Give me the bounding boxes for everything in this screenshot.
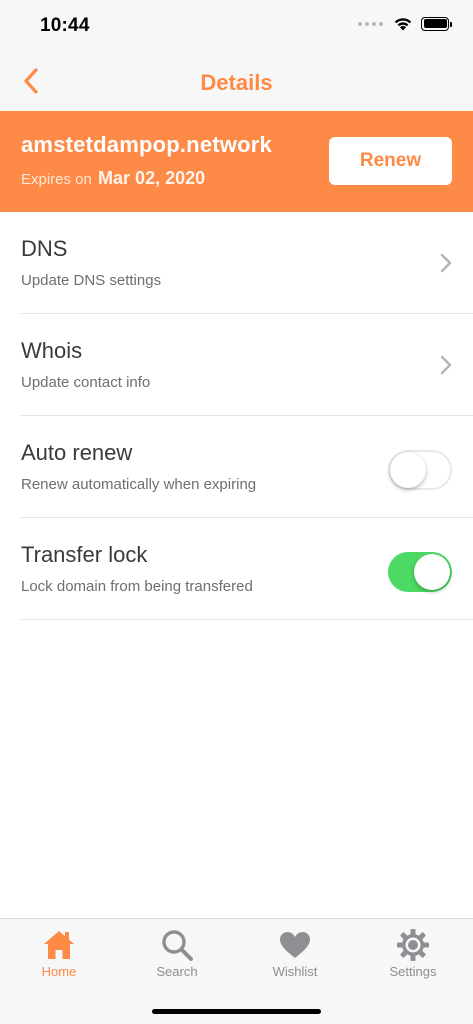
tab-bar: Home Search Wishlist Settings: [0, 918, 473, 1024]
status-bar: 10:44: [0, 0, 473, 50]
auto-renew-toggle[interactable]: [388, 450, 452, 490]
tab-label: Settings: [389, 964, 437, 979]
navigation-bar: Details: [0, 50, 473, 111]
row-title: DNS: [21, 236, 68, 261]
battery-icon: [421, 16, 452, 31]
status-icons: [358, 16, 452, 31]
toggle-knob: [390, 452, 426, 488]
transfer-lock-toggle[interactable]: [388, 552, 452, 592]
tab-home[interactable]: Home: [0, 919, 118, 989]
settings-row-dns[interactable]: DNS Update DNS settings: [21, 212, 473, 314]
row-subtitle: Update contact info: [21, 374, 151, 391]
tab-wishlist[interactable]: Wishlist: [236, 919, 354, 989]
settings-row-transfer-lock: Transfer lock Lock domain from being tra…: [21, 518, 473, 620]
tab-settings[interactable]: Settings: [354, 919, 472, 989]
chevron-right-icon: [440, 253, 452, 273]
page-title: Details: [200, 70, 273, 95]
tab-search[interactable]: Search: [118, 919, 236, 989]
row-subtitle: Update DNS settings: [21, 272, 162, 289]
domain-name: amstetdampop.network: [21, 132, 272, 157]
settings-row-whois[interactable]: Whois Update contact info: [21, 314, 473, 416]
renew-button[interactable]: Renew: [329, 137, 452, 185]
tab-label: Home: [41, 964, 77, 979]
row-subtitle: Renew automatically when expiring: [21, 476, 257, 493]
row-title: Whois: [21, 338, 83, 363]
domain-header-banner: amstetdampop.network Expires on Mar 02, …: [0, 111, 473, 212]
row-title: Transfer lock: [21, 542, 148, 567]
chevron-right-icon: [440, 355, 452, 375]
wifi-icon: [394, 18, 412, 31]
row-title: Auto renew: [21, 440, 133, 465]
tab-label: Wishlist: [272, 964, 318, 979]
expiry-date: Mar 02, 2020: [98, 168, 206, 188]
toggle-knob: [414, 554, 450, 590]
home-indicator[interactable]: [152, 1009, 321, 1014]
home-icon: [44, 931, 74, 959]
expiry-info: Expires on Mar 02, 2020: [21, 168, 205, 189]
status-time: 10:44: [40, 15, 90, 36]
search-icon: [162, 930, 193, 961]
heart-icon: [280, 932, 310, 958]
settings-list: DNS Update DNS settings Whois Update con…: [0, 212, 473, 620]
cellular-signal-icon: [358, 21, 383, 26]
settings-row-auto-renew: Auto renew Renew automatically when expi…: [21, 416, 473, 518]
expires-label: Expires on: [21, 171, 92, 188]
row-subtitle: Lock domain from being transfered: [21, 578, 253, 595]
gear-icon: [397, 929, 429, 961]
tab-label: Search: [156, 964, 198, 979]
